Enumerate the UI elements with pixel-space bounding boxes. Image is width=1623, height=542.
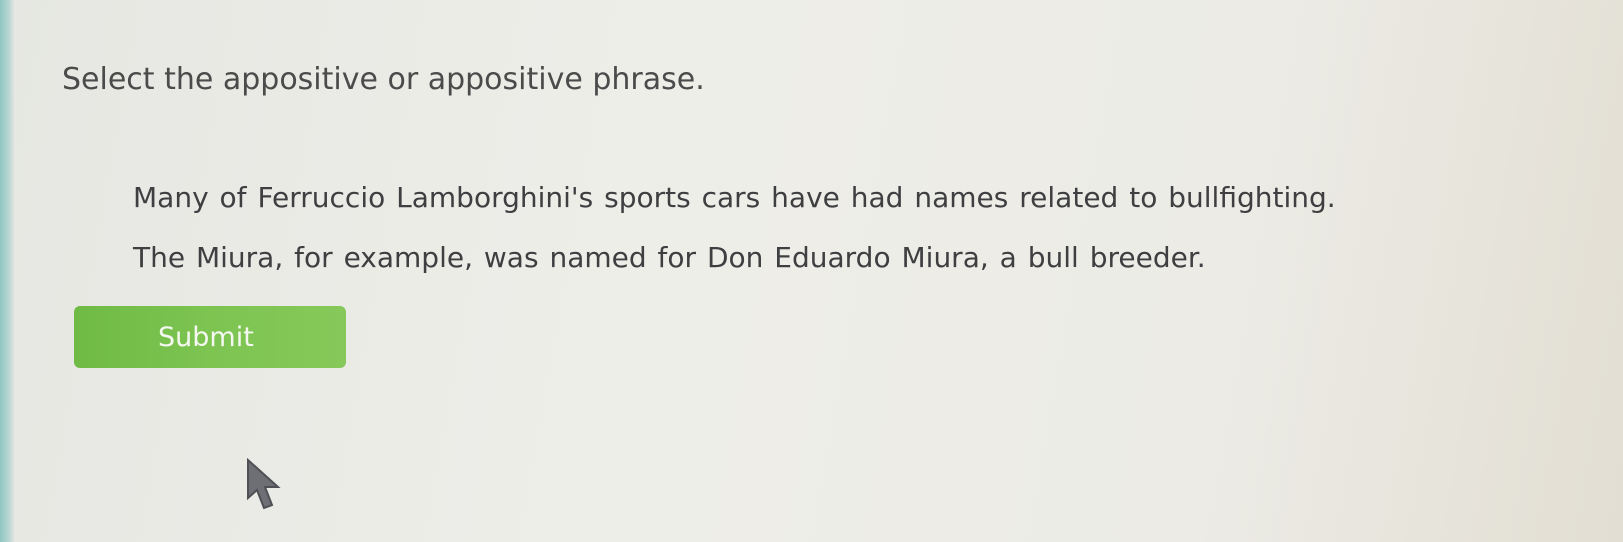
passage-line-2: The Miura, for example, was named for Do… bbox=[132, 228, 1337, 288]
passage-word[interactable]: named bbox=[548, 241, 647, 274]
passage-word[interactable]: bull bbox=[1027, 241, 1080, 274]
passage-word[interactable]: to bbox=[1128, 181, 1158, 214]
passage-word[interactable]: related bbox=[1018, 181, 1119, 214]
passage-word[interactable]: have bbox=[770, 181, 841, 214]
passage-word[interactable]: Lamborghini's bbox=[395, 181, 594, 214]
passage-word[interactable]: was bbox=[483, 241, 540, 274]
passage-word[interactable]: The bbox=[132, 241, 186, 274]
mouse-pointer-icon bbox=[247, 458, 281, 510]
question-prompt: Select the appositive or appositive phra… bbox=[62, 62, 705, 97]
passage-word[interactable]: names bbox=[913, 181, 1009, 214]
passage-word[interactable]: of bbox=[219, 181, 248, 214]
passage-word[interactable]: Miura, bbox=[195, 241, 284, 274]
passage-word[interactable]: Eduardo bbox=[773, 241, 891, 274]
passage-word[interactable]: Miura, bbox=[901, 241, 990, 274]
passage-word[interactable]: sports bbox=[603, 181, 692, 214]
passage-word[interactable]: breeder. bbox=[1089, 241, 1207, 274]
passage-word[interactable]: example, bbox=[343, 241, 474, 274]
left-edge-accent bbox=[0, 0, 14, 542]
passage-word[interactable]: bullfighting. bbox=[1167, 181, 1336, 214]
submit-button[interactable]: Submit bbox=[74, 306, 346, 368]
passage-word[interactable]: Ferruccio bbox=[256, 181, 386, 214]
passage-word[interactable]: a bbox=[999, 241, 1018, 274]
passage-line-1: Many of Ferruccio Lamborghini's sports c… bbox=[132, 168, 1337, 228]
passage: Many of Ferruccio Lamborghini's sports c… bbox=[132, 168, 1337, 288]
passage-word[interactable]: for bbox=[657, 241, 698, 274]
passage-word[interactable]: for bbox=[293, 241, 334, 274]
passage-word[interactable]: Don bbox=[706, 241, 764, 274]
passage-word[interactable]: Many bbox=[132, 181, 210, 214]
passage-word[interactable]: cars bbox=[701, 181, 762, 214]
passage-word[interactable]: had bbox=[850, 181, 905, 214]
